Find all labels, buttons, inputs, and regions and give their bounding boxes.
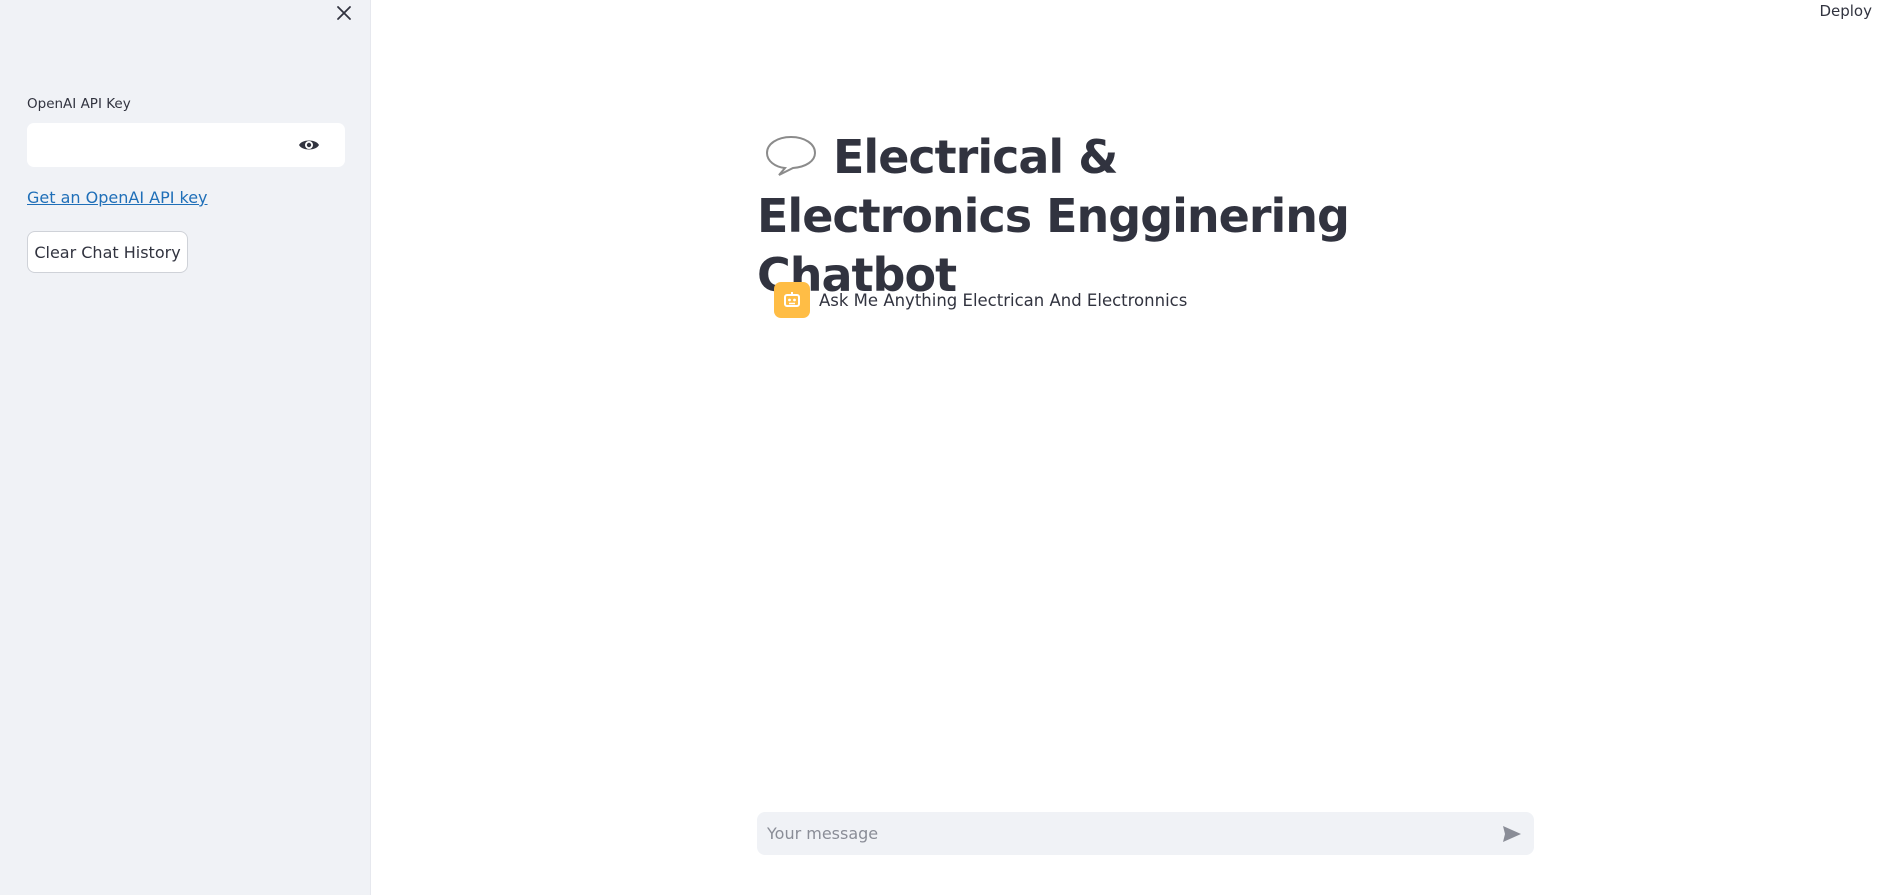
api-key-field bbox=[27, 123, 345, 167]
page-title: Electrical & Electronics Engginering Cha… bbox=[757, 128, 1377, 305]
clear-chat-history-button[interactable]: Clear Chat History bbox=[27, 231, 188, 273]
message-text: Ask Me Anything Electrican And Electronn… bbox=[819, 290, 1188, 310]
robot-icon bbox=[774, 282, 810, 318]
api-key-label: OpenAI API Key bbox=[27, 96, 131, 112]
app-root: OpenAI API Key Get an OpenAI API key Cle… bbox=[0, 0, 1890, 895]
speech-balloon-icon bbox=[765, 135, 817, 176]
close-icon[interactable] bbox=[333, 2, 355, 24]
chat-input-bar bbox=[757, 812, 1534, 855]
chat-message: Ask Me Anything Electrican And Electronn… bbox=[774, 282, 1187, 318]
sidebar: OpenAI API Key Get an OpenAI API key Cle… bbox=[0, 0, 371, 895]
eye-icon[interactable] bbox=[297, 136, 321, 154]
send-icon[interactable] bbox=[1501, 823, 1523, 845]
chat-input[interactable] bbox=[757, 812, 1477, 855]
page-title-text: Electrical & Electronics Engginering Cha… bbox=[757, 130, 1350, 302]
deploy-button[interactable]: Deploy bbox=[1819, 2, 1872, 20]
api-key-input[interactable] bbox=[27, 123, 297, 167]
get-api-key-link[interactable]: Get an OpenAI API key bbox=[27, 188, 208, 207]
